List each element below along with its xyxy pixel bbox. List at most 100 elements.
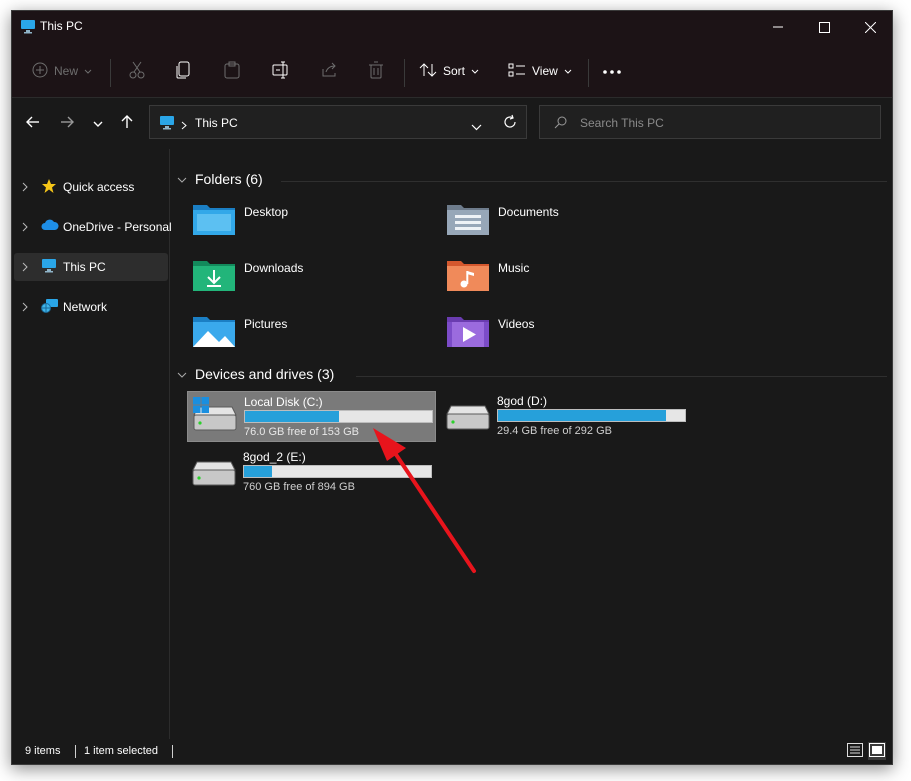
chevron-down-icon	[177, 171, 187, 187]
chevron-down-icon	[471, 64, 479, 78]
arrow-right-icon	[60, 115, 74, 133]
close-button[interactable]	[847, 11, 892, 43]
paste-button[interactable]	[224, 57, 240, 85]
sidebar-item-label: This PC	[63, 260, 106, 274]
more-options-button[interactable]	[602, 57, 622, 85]
drive-name: 8god_2 (E:)	[243, 450, 306, 464]
divider	[110, 59, 111, 87]
cut-button[interactable]	[128, 57, 146, 85]
folder-videos[interactable]: Videos	[446, 312, 686, 356]
new-label: New	[54, 64, 79, 78]
drive-name: Local Disk (C:)	[244, 395, 323, 409]
drives-group-header[interactable]: Devices and drives (3)	[177, 366, 334, 382]
windows-logo-icon	[193, 397, 209, 418]
folder-music[interactable]: Music	[446, 256, 686, 300]
videos-folder-icon	[446, 312, 490, 353]
back-button[interactable]	[20, 111, 46, 137]
address-history-chevron-icon[interactable]	[471, 118, 482, 136]
folder-name: Documents	[498, 205, 559, 219]
chevron-right-icon[interactable]	[22, 261, 28, 275]
search-placeholder: Search This PC	[580, 116, 664, 130]
plus-circle-icon	[32, 62, 48, 81]
maximize-button[interactable]	[801, 11, 847, 43]
rename-icon	[272, 61, 290, 82]
chevron-right-icon[interactable]	[22, 181, 28, 195]
monitor-icon	[41, 258, 57, 276]
chevron-down-icon	[564, 64, 572, 78]
folders-group-header[interactable]: Folders (6)	[177, 171, 263, 187]
sort-button[interactable]: Sort	[419, 57, 479, 85]
arrow-left-icon	[26, 115, 40, 133]
drive-usage-fill	[244, 466, 273, 477]
divider	[172, 745, 173, 758]
large-icons-view-button[interactable]	[868, 742, 886, 760]
search-input[interactable]: Search This PC	[539, 105, 881, 139]
command-bar: New Sort View	[12, 43, 892, 98]
folder-name: Videos	[498, 317, 535, 331]
drive-8god-d[interactable]: 8god (D:) 29.4 GB free of 292 GB	[441, 391, 690, 442]
chevron-down-icon	[93, 115, 103, 133]
new-button[interactable]: New	[32, 57, 92, 85]
drive-name: 8god (D:)	[497, 394, 548, 408]
pictures-folder-icon	[192, 312, 236, 353]
folder-name: Downloads	[244, 261, 304, 275]
sidebar-item-quick-access[interactable]: Quick access	[14, 173, 168, 201]
sidebar-item-this-pc[interactable]: This PC	[14, 253, 168, 281]
drives-header-label: Devices and drives (3)	[195, 366, 335, 382]
documents-folder-icon	[446, 200, 490, 241]
sidebar-item-network[interactable]: Network	[14, 293, 168, 321]
drive-free-space: 760 GB free of 894 GB	[243, 481, 355, 493]
minimize-button[interactable]	[755, 11, 801, 43]
navigation-row: This PC Search This PC	[12, 99, 892, 149]
sort-label: Sort	[443, 64, 466, 78]
title-bar: This PC	[12, 11, 892, 43]
folder-downloads[interactable]: Downloads	[192, 256, 432, 300]
drive-usage-fill	[498, 410, 667, 421]
up-button[interactable]	[114, 111, 140, 137]
more-icon	[602, 64, 622, 78]
breadcrumb-chevron-icon	[181, 117, 187, 135]
desktop-folder-icon	[192, 200, 236, 241]
selection-count: 1 item selected	[84, 745, 158, 757]
window-title: This PC	[40, 19, 83, 33]
refresh-icon[interactable]	[502, 114, 518, 135]
drive-usage-fill	[245, 411, 339, 422]
chevron-right-icon[interactable]	[22, 301, 28, 315]
music-folder-icon	[446, 256, 490, 297]
recent-locations-button[interactable]	[85, 111, 111, 137]
copy-button[interactable]	[176, 57, 192, 85]
folder-name: Desktop	[244, 205, 289, 219]
sidebar-item-onedrive[interactable]: OneDrive - Personal	[14, 213, 172, 241]
clipboard-icon	[224, 61, 240, 82]
breadcrumb-this-pc[interactable]: This PC	[195, 116, 238, 130]
details-view-button[interactable]	[846, 742, 864, 760]
folder-name: Music	[498, 261, 530, 275]
folder-desktop[interactable]: Desktop	[192, 200, 432, 244]
copy-icon	[176, 61, 192, 82]
folder-name: Pictures	[244, 317, 288, 331]
sidebar-item-label: Quick access	[63, 180, 135, 194]
drive-free-space: 29.4 GB free of 292 GB	[497, 425, 612, 437]
view-list-icon	[508, 63, 526, 80]
address-bar[interactable]: This PC	[149, 105, 527, 139]
rename-button[interactable]	[272, 57, 290, 85]
forward-button[interactable]	[54, 111, 80, 137]
hard-drive-icon	[192, 460, 236, 491]
folder-documents[interactable]: Documents	[446, 200, 686, 244]
chevron-right-icon[interactable]	[22, 221, 28, 235]
view-button[interactable]: View	[508, 57, 572, 85]
sort-icon	[419, 62, 437, 81]
delete-button[interactable]	[368, 57, 384, 85]
group-divider	[356, 376, 887, 377]
drive-local-disk-c[interactable]: Local Disk (C:) 76.0 GB free of 153 GB	[187, 391, 436, 442]
folder-pictures[interactable]: Pictures	[192, 312, 432, 356]
share-button[interactable]	[320, 57, 338, 85]
large-icons-view-icon	[869, 742, 885, 760]
drive-free-space: 76.0 GB free of 153 GB	[244, 426, 359, 438]
monitor-icon	[159, 115, 175, 135]
monitor-icon	[20, 19, 36, 39]
content-pane: Folders (6) Desktop Documents Downloads	[171, 149, 892, 739]
drive-8god-2-e[interactable]: 8god_2 (E:) 760 GB free of 894 GB	[187, 447, 436, 498]
star-icon	[41, 178, 57, 197]
sidebar-item-label: OneDrive - Personal	[63, 220, 172, 234]
